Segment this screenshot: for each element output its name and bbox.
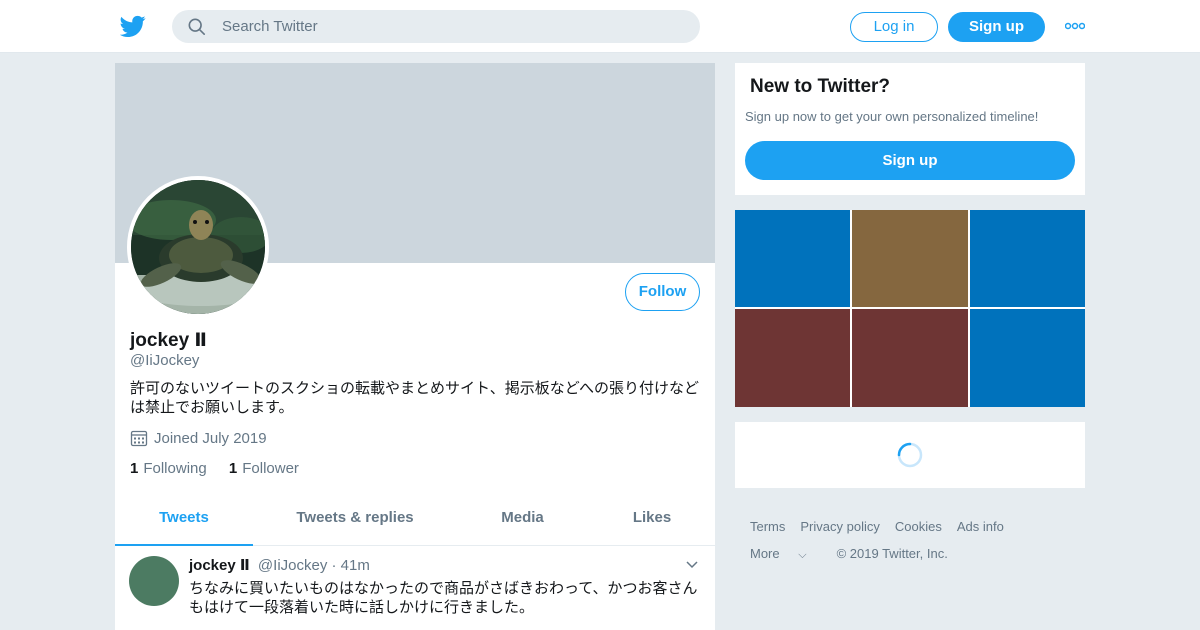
joined-date: Joined July 2019 (130, 429, 267, 447)
tweet-timestamp[interactable]: · 41m (332, 557, 370, 574)
footer-copyright: © 2019 Twitter, Inc. (836, 546, 948, 561)
tab-tweets-replies[interactable]: Tweets & replies (285, 495, 425, 546)
tweet-author-name[interactable]: jockey Ⅱ (189, 557, 250, 574)
followers-label: Follower (242, 460, 299, 477)
following-label: Following (143, 460, 207, 477)
loading-card (735, 422, 1085, 488)
footer: Terms Privacy policy Cookies Ads info Mo… (750, 519, 1090, 574)
chevron-down-icon: ⌵ (798, 549, 807, 561)
tweet-header: jockey Ⅱ @IiJockey · 41m (189, 556, 370, 574)
signup-card-title: New to Twitter? (750, 76, 891, 97)
footer-link-cookies[interactable]: Cookies (895, 519, 942, 534)
footer-link-privacy[interactable]: Privacy policy (800, 519, 879, 534)
search-icon (188, 18, 206, 36)
loading-spinner-icon (897, 442, 923, 468)
tab-tweets[interactable]: Tweets (115, 495, 253, 546)
more-options-icon[interactable] (1065, 20, 1085, 32)
twitter-bird-icon[interactable] (120, 13, 146, 39)
following-count: 1 (130, 460, 139, 477)
chevron-down-icon[interactable] (685, 560, 699, 570)
profile-bio: 許可のないツイートのスクショの転載やまとめサイト、掲示板などへの張り付けなどは禁… (130, 380, 699, 416)
media-thumbnail[interactable] (970, 210, 1085, 307)
signup-card-button[interactable]: Sign up (745, 141, 1075, 180)
tweet-item[interactable]: jockey Ⅱ @IiJockey · 41m ちなみに買いたいものはなかった… (115, 546, 715, 630)
profile-tabs: Tweets Tweets & replies Media Likes (115, 495, 715, 546)
tab-likes[interactable]: Likes (620, 495, 684, 546)
profile-handle[interactable]: @IiJockey (130, 352, 199, 369)
search-input[interactable]: Search Twitter (222, 18, 318, 35)
search-bar[interactable]: Search Twitter (172, 10, 700, 43)
profile-name[interactable]: jockey Ⅱ (130, 329, 207, 352)
media-thumbnail[interactable] (852, 210, 968, 307)
joined-text: Joined July 2019 (154, 429, 267, 447)
footer-more-label: More (750, 546, 780, 561)
profile-column: Follow jockey Ⅱ @IiJockey 許可のないツイートのスクショ… (115, 63, 715, 630)
tab-media[interactable]: Media (485, 495, 560, 546)
sea-turtle-photo (131, 180, 265, 314)
tweet-author-handle[interactable]: @IiJockey (258, 557, 327, 574)
signup-card: New to Twitter? Sign up now to get your … (735, 63, 1085, 195)
media-thumbnail[interactable] (735, 210, 850, 307)
signup-card-subtitle: Sign up now to get your own personalized… (745, 109, 1039, 124)
media-thumbnail[interactable] (735, 309, 850, 407)
footer-link-ads-info[interactable]: Ads info (957, 519, 1004, 534)
login-button[interactable]: Log in (850, 12, 938, 42)
top-navigation-bar: Search Twitter Log in Sign up (0, 0, 1200, 53)
followers-link[interactable]: 1 Follower (229, 460, 299, 477)
media-thumbnail[interactable] (970, 309, 1085, 407)
tweet-avatar[interactable] (129, 556, 179, 606)
profile-avatar[interactable] (127, 176, 269, 318)
footer-link-terms[interactable]: Terms (750, 519, 785, 534)
footer-more-link[interactable]: More ⌵ (750, 546, 822, 562)
signup-button[interactable]: Sign up (948, 12, 1045, 42)
follow-button[interactable]: Follow (625, 273, 700, 311)
profile-stats: 1 Following 1 Follower (130, 460, 317, 477)
tweet-text: ちなみに買いたいものはなかったので商品がさばきおわって、かつお客さんもはけて一段… (189, 580, 698, 616)
followers-count: 1 (228, 460, 238, 477)
following-link[interactable]: 1 Following (130, 460, 207, 477)
media-thumbnail[interactable] (852, 309, 968, 407)
media-grid (735, 210, 1085, 407)
calendar-icon (130, 430, 148, 447)
